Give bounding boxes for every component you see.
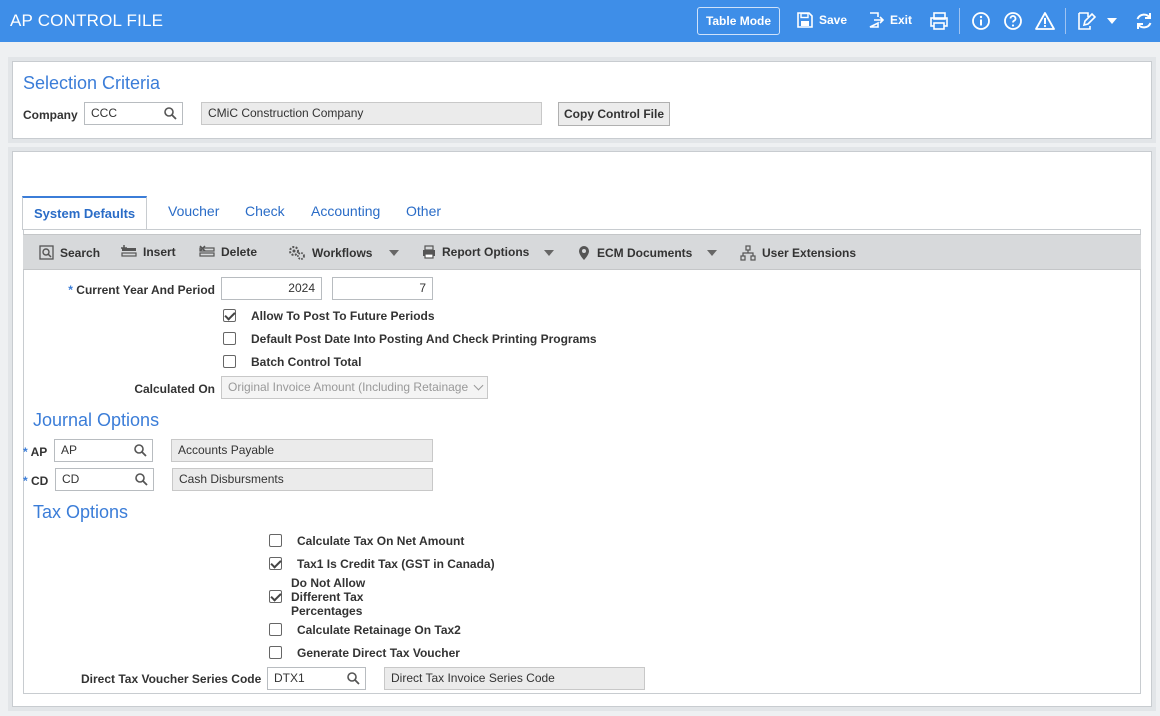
save-icon	[797, 12, 813, 28]
generate-direct-tax-label: Generate Direct Tax Voucher	[297, 646, 460, 660]
exit-button[interactable]: Exit	[868, 12, 912, 28]
no-different-tax-checkbox[interactable]	[269, 590, 282, 603]
calculated-on-select[interactable]: Original Invoice Amount (Including Retai…	[221, 376, 488, 399]
direct-tax-series-value: DTX1	[274, 671, 305, 685]
allow-future-periods-checkbox[interactable]	[223, 309, 236, 322]
direct-tax-series-label: Direct Tax Voucher Series Code	[81, 672, 262, 686]
user-extensions-button[interactable]: User Extensions	[740, 245, 856, 261]
company-label: Company	[23, 108, 78, 122]
company-field[interactable]: CCC	[84, 102, 183, 125]
tax1-credit-label: Tax1 Is Credit Tax (GST in Canada)	[297, 557, 495, 571]
report-options-button[interactable]: Report Options	[422, 245, 529, 259]
search-icon[interactable]	[134, 444, 147, 457]
allow-future-periods-label: Allow To Post To Future Periods	[251, 309, 435, 323]
delete-label: Delete	[221, 245, 258, 259]
chevron-down-icon	[473, 380, 484, 391]
toolbar-divider	[959, 8, 960, 34]
ecm-documents-label: ECM Documents	[597, 246, 693, 260]
direct-tax-series-field[interactable]: DTX1	[267, 667, 366, 690]
search-icon[interactable]	[164, 107, 177, 120]
batch-control-total-label: Batch Control Total	[251, 355, 362, 369]
ecm-documents-dropdown-icon[interactable]	[707, 250, 717, 256]
search-icon[interactable]	[347, 672, 360, 685]
tab-accounting[interactable]: Accounting	[311, 203, 380, 219]
current-year-period-label: * Current Year And Period	[68, 283, 215, 297]
workflows-dropdown-icon[interactable]	[389, 250, 399, 256]
search-icon	[39, 245, 54, 260]
tab-voucher[interactable]: Voucher	[168, 203, 219, 219]
calculate-tax-net-label: Calculate Tax On Net Amount	[297, 534, 465, 548]
exit-label: Exit	[890, 13, 913, 27]
page-title: AP CONTROL FILE	[10, 11, 164, 30]
info-icon[interactable]	[971, 11, 991, 31]
default-post-date-checkbox[interactable]	[223, 332, 236, 345]
cd-journal-field[interactable]: CD	[55, 468, 154, 491]
toolbar-divider	[1065, 8, 1066, 34]
copy-control-file-button[interactable]: Copy Control File	[558, 102, 670, 126]
ap-journal-description: Accounts Payable	[171, 439, 433, 462]
search-tool-button[interactable]: Search	[39, 245, 100, 260]
chevron-down-icon[interactable]	[1107, 18, 1117, 24]
generate-direct-tax-checkbox[interactable]	[269, 646, 282, 659]
calculated-on-label: Calculated On	[134, 382, 215, 396]
calculated-on-value: Original Invoice Amount (Including Retai…	[228, 380, 469, 394]
report-options-dropdown-icon[interactable]	[544, 250, 554, 256]
search-icon[interactable]	[135, 473, 148, 486]
company-name-field: CMiC Construction Company	[201, 102, 542, 125]
edit-icon[interactable]	[1076, 11, 1096, 31]
retainage-tax2-label: Calculate Retainage On Tax2	[297, 623, 461, 637]
hierarchy-icon	[740, 245, 756, 261]
default-post-date-label: Default Post Date Into Posting And Check…	[251, 332, 597, 346]
ap-journal-field[interactable]: AP	[54, 439, 153, 462]
table-mode-button[interactable]: Table Mode	[697, 7, 780, 35]
journal-options-title: Journal Options	[33, 410, 160, 430]
direct-tax-series-description: Direct Tax Invoice Series Code	[384, 667, 645, 690]
retainage-tax2-checkbox[interactable]	[269, 623, 282, 636]
refresh-icon[interactable]	[1134, 11, 1154, 31]
tab-check[interactable]: Check	[245, 203, 285, 219]
workflows-button[interactable]: Workflows	[288, 245, 372, 260]
print-icon[interactable]	[929, 11, 949, 31]
insert-label: Insert	[143, 245, 176, 259]
ecm-documents-button[interactable]: ECM Documents	[577, 245, 692, 261]
ap-journal-value: AP	[61, 443, 78, 457]
print-icon	[423, 245, 435, 259]
tax-options-title: Tax Options	[33, 502, 129, 522]
help-icon[interactable]	[1003, 11, 1023, 31]
delete-icon	[199, 245, 215, 257]
report-options-label: Report Options	[442, 245, 530, 259]
cd-journal-description: Cash Disbursments	[172, 468, 433, 491]
batch-control-total-checkbox[interactable]	[223, 355, 236, 368]
tab-other[interactable]: Other	[406, 203, 441, 219]
title-bar: AP CONTROL FILE Table Mode Save Exit	[0, 0, 1160, 42]
selection-criteria-panel: Selection Criteria Company CCC CMiC Cons…	[12, 61, 1152, 139]
cd-journal-value: CD	[62, 472, 80, 486]
record-toolbar: Search Insert Delete Workflows Report Op…	[23, 234, 1141, 270]
delete-button[interactable]: Delete	[199, 245, 257, 259]
cd-label: * CD	[23, 474, 49, 488]
calculate-tax-net-checkbox[interactable]	[269, 534, 282, 547]
insert-icon	[121, 245, 137, 257]
location-pin-icon	[579, 246, 589, 260]
exit-icon	[869, 12, 884, 28]
no-different-tax-label: Do Not Allow Different Tax Percentages	[291, 576, 366, 618]
ap-label: * AP	[23, 445, 48, 459]
company-value: CCC	[91, 106, 117, 120]
tab-system-defaults[interactable]: System Defaults	[22, 196, 148, 230]
warning-icon[interactable]	[1035, 11, 1055, 31]
tax1-credit-checkbox[interactable]	[269, 557, 282, 570]
period-field[interactable]: 7	[332, 277, 433, 300]
gears-icon	[289, 246, 305, 260]
selection-criteria-title: Selection Criteria	[23, 73, 161, 93]
save-button[interactable]: Save	[797, 12, 847, 28]
insert-button[interactable]: Insert	[121, 245, 176, 259]
workflows-label: Workflows	[312, 245, 373, 260]
user-extensions-label: User Extensions	[762, 246, 857, 260]
save-label: Save	[819, 13, 848, 27]
search-label: Search	[60, 245, 101, 260]
year-field[interactable]: 2024	[221, 277, 322, 300]
